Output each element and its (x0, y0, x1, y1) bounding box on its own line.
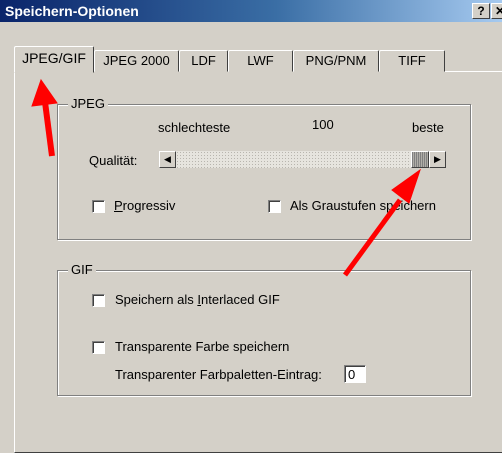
tab-lwf[interactable]: LWF (228, 50, 293, 72)
title-bar: Speichern-Optionen ? ✕ (0, 0, 502, 22)
grayscale-checkbox[interactable] (268, 200, 281, 213)
tab-png-pnm[interactable]: PNG/PNM (293, 50, 379, 72)
quality-increase-button[interactable]: ▶ (429, 151, 446, 168)
grayscale-label: Als Graustufen speichern (290, 198, 436, 213)
quality-slider-thumb[interactable] (411, 151, 429, 168)
tab-ldf[interactable]: LDF (179, 50, 228, 72)
interlaced-checkbox[interactable] (92, 294, 105, 307)
jpeg-group: JPEG (57, 96, 471, 240)
window-title: Speichern-Optionen (5, 3, 139, 19)
tab-tiff[interactable]: TIFF (379, 50, 445, 72)
progressive-label: Progressiv (114, 198, 176, 213)
quality-worst-label: schlechteste (158, 120, 231, 135)
interlaced-label: Speichern als Interlaced GIF (115, 292, 280, 307)
close-button[interactable]: ✕ (491, 3, 502, 19)
gif-legend: GIF (68, 262, 96, 277)
transparent-label: Transparente Farbe speichern (115, 339, 290, 354)
quality-best-label: beste (412, 120, 444, 135)
palette-entry-input[interactable]: 0 (344, 365, 366, 383)
tab-jpeg-gif[interactable]: JPEG/GIF (14, 46, 94, 73)
quality-value: 100 (312, 117, 334, 132)
quality-label: Qualität: (89, 153, 138, 168)
help-button[interactable]: ? (472, 3, 490, 19)
transparent-checkbox[interactable] (92, 341, 105, 354)
quality-slider-track[interactable] (176, 151, 429, 168)
quality-decrease-button[interactable]: ◀ (159, 151, 176, 168)
jpeg-legend: JPEG (68, 96, 108, 111)
palette-entry-label: Transparenter Farbpaletten-Eintrag: (115, 367, 322, 382)
progressive-checkbox[interactable] (92, 200, 105, 213)
tab-jpeg-2000[interactable]: JPEG 2000 (94, 50, 179, 72)
